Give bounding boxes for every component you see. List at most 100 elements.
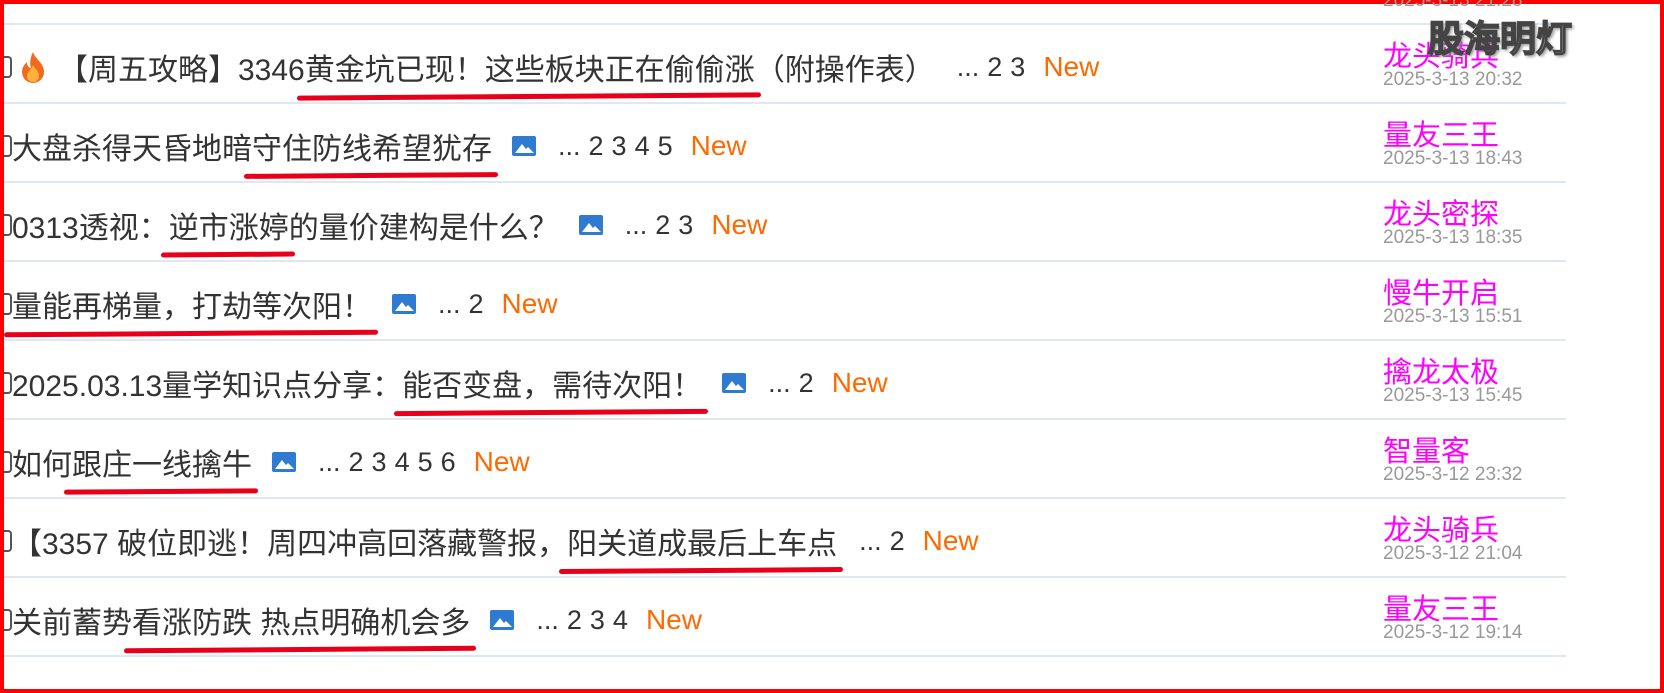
title-highlighted[interactable]: 守住防线希望犹存 xyxy=(252,124,492,168)
title-highlighted[interactable]: 能否变盘，需待次阳！ xyxy=(402,361,702,405)
thread-row: 【3357 破位即逃！周四冲高回落藏警报， 阳关道成最后上车点... 2 New 龙头骑… xyxy=(4,499,1566,578)
new-badge: New xyxy=(1043,51,1100,82)
page-link[interactable]: 4 xyxy=(395,447,410,477)
new-badge: New xyxy=(690,130,747,161)
title-prefix[interactable]: 【周五攻略】3346 xyxy=(58,45,305,89)
new-badge: New xyxy=(711,209,768,240)
page-link[interactable]: 3 xyxy=(1010,52,1025,82)
image-icon xyxy=(272,452,296,472)
new-badge: New xyxy=(831,367,888,398)
page-links: ... 2 3 xyxy=(625,210,702,241)
thread-title[interactable]: 【周五攻略】3346 黄金坑已现！这些板块正在偷偷涨 （附操作表）... 2 3 New xyxy=(12,45,1099,89)
image-icon xyxy=(722,373,747,393)
page-link[interactable]: 2 xyxy=(655,210,670,240)
thread-row: 量能再梯量，打劫等次阳！... 2 New 慢牛开启 2025-3-13 15:51 xyxy=(4,262,1566,341)
title-highlighted[interactable]: 跟庄一线擒牛 xyxy=(72,440,252,484)
page-links: ... 2 3 4 xyxy=(536,605,636,636)
thread-title[interactable]: 【3357 破位即逃！周四冲高回落藏警报， 阳关道成最后上车点... 2 New xyxy=(12,519,979,563)
ellipsis: ... xyxy=(768,367,791,398)
new-badge: New xyxy=(922,525,979,556)
new-badge: New xyxy=(501,288,558,319)
new-badge: New xyxy=(645,604,702,635)
title-suffix[interactable]: （附操作表） xyxy=(755,45,935,89)
title-prefix[interactable]: 关前蓄势 xyxy=(12,598,132,642)
ellipsis: ... xyxy=(536,604,559,635)
post-date: 2025-3-12 21:04 xyxy=(1383,543,1523,564)
post-date: 2025-3-13 18:43 xyxy=(1383,148,1523,169)
page-links: ... 2 xyxy=(768,368,822,399)
page-link[interactable]: 2 xyxy=(987,52,1002,82)
post-date: 2025-3-12 23:32 xyxy=(1383,464,1523,485)
image-icon xyxy=(490,610,515,630)
fire-icon xyxy=(22,52,44,83)
post-date: 2025-3-13 18:35 xyxy=(1383,227,1523,248)
ellipsis: ... xyxy=(624,209,648,240)
page-link[interactable]: 6 xyxy=(441,447,456,477)
thread-marker-icon xyxy=(4,214,12,236)
page-link[interactable]: 2 xyxy=(799,368,814,398)
title-prefix[interactable]: 【3357 破位即逃！周四冲高回落藏警报， xyxy=(12,519,567,563)
thread-marker-icon xyxy=(4,372,12,394)
watermark: 股海明灯 xyxy=(1427,17,1573,60)
thread-list: 2025-3-13 21:28 【周五攻略】3346 黄金坑已现！这些板块正在偷偷… xyxy=(4,0,1566,657)
post-date: 2025-3-12 19:14 xyxy=(1383,622,1523,643)
page-links: ... 2 3 4 5 xyxy=(558,131,681,162)
thread-marker-icon xyxy=(4,293,12,315)
ellipsis: ... xyxy=(438,288,461,319)
thread-row: 0313透视： 逆市涨婷 的量价建构是什么？... 2 3 New 龙头密探 2025-3-1… xyxy=(4,183,1566,262)
page-link[interactable]: 3 xyxy=(372,447,387,477)
title-prefix[interactable]: 大盘杀得天昏地暗 xyxy=(12,124,252,168)
thread-title[interactable]: 大盘杀得天昏地暗 守住防线希望犹存... 2 3 4 5 New xyxy=(12,124,747,168)
title-highlighted[interactable]: 阳关道成最后上车点 xyxy=(567,519,837,563)
ellipsis: ... xyxy=(558,130,581,161)
thread-row: 2025.03.13量学知识点分享： 能否变盘，需待次阳！... 2 New 擒龙太极 2… xyxy=(4,341,1566,420)
page-link[interactable]: 2 xyxy=(589,131,604,161)
thread-row: 如何 跟庄一线擒牛... 2 3 4 5 6 New 智量客 2025-3-12 23:32 xyxy=(4,420,1566,499)
post-date: 2025-3-13 15:45 xyxy=(1383,385,1523,406)
thread-row: 2025-3-13 21:28 xyxy=(4,0,1566,25)
page-link[interactable]: 3 xyxy=(612,131,627,161)
page-link[interactable]: 4 xyxy=(635,131,650,161)
page-link[interactable]: 2 xyxy=(567,605,582,635)
thread-marker-icon xyxy=(4,56,12,78)
page-link[interactable]: 2 xyxy=(349,447,364,477)
title-highlighted[interactable]: 逆市涨婷 xyxy=(169,203,289,247)
post-date: 2025-3-13 15:51 xyxy=(1383,306,1523,327)
thread-marker-icon xyxy=(4,135,12,157)
ellipsis: ... xyxy=(859,525,882,556)
title-prefix[interactable]: 2025.03.13量学知识点分享： xyxy=(12,361,402,405)
ellipsis: ... xyxy=(318,446,341,477)
page-links: ... 2 xyxy=(438,289,492,320)
title-prefix[interactable]: 0313透视： xyxy=(12,203,169,247)
post-date: 2025-3-13 20:32 xyxy=(1383,69,1523,90)
thread-row: 【周五攻略】3346 黄金坑已现！这些板块正在偷偷涨 （附操作表）... 2 3 New… xyxy=(4,25,1566,104)
title-suffix[interactable]: 的量价建构是什么？ xyxy=(289,203,559,247)
thread-title[interactable]: 如何 跟庄一线擒牛... 2 3 4 5 6 New xyxy=(12,440,530,484)
title-highlighted[interactable]: 黄金坑已现！这些板块正在偷偷涨 xyxy=(305,45,755,89)
page-link[interactable]: 4 xyxy=(613,605,628,635)
thread-marker-icon xyxy=(4,530,12,552)
image-icon xyxy=(512,136,536,156)
ellipsis: ... xyxy=(956,51,980,82)
page-link[interactable]: 5 xyxy=(658,131,673,161)
title-highlighted[interactable]: 量能再梯量，打劫等次阳！ xyxy=(12,282,372,326)
thread-title[interactable]: 0313透视： 逆市涨婷 的量价建构是什么？... 2 3 New xyxy=(12,203,767,247)
thread-title[interactable]: 量能再梯量，打劫等次阳！... 2 New xyxy=(12,282,558,326)
page-links: ... 2 3 4 5 6 xyxy=(318,447,464,478)
title-prefix[interactable]: 如何 xyxy=(12,440,72,484)
thread-row: 关前蓄势 看涨防跌 热点明确机会多... 2 3 4 New 量友三王 2025-3-12 1… xyxy=(4,578,1566,657)
page-link[interactable]: 5 xyxy=(418,447,433,477)
thread-marker-icon xyxy=(4,451,12,473)
page-links: ... 2 xyxy=(859,526,913,557)
page-link[interactable]: 3 xyxy=(590,605,605,635)
thread-row: 大盘杀得天昏地暗 守住防线希望犹存... 2 3 4 5 New 量友三王 2025-3-13… xyxy=(4,104,1566,183)
page-link[interactable]: 2 xyxy=(469,289,484,319)
thread-title[interactable]: 2025.03.13量学知识点分享： 能否变盘，需待次阳！... 2 New xyxy=(12,361,888,405)
page-link[interactable]: 2 xyxy=(890,526,905,556)
thread-marker-icon xyxy=(4,609,12,631)
page-links: ... 2 3 xyxy=(957,52,1034,83)
thread-title[interactable]: 关前蓄势 看涨防跌 热点明确机会多... 2 3 4 New xyxy=(12,598,702,642)
title-highlighted[interactable]: 看涨防跌 热点明确机会多 xyxy=(132,598,470,642)
page-link[interactable]: 3 xyxy=(678,210,693,240)
image-icon xyxy=(578,215,603,235)
